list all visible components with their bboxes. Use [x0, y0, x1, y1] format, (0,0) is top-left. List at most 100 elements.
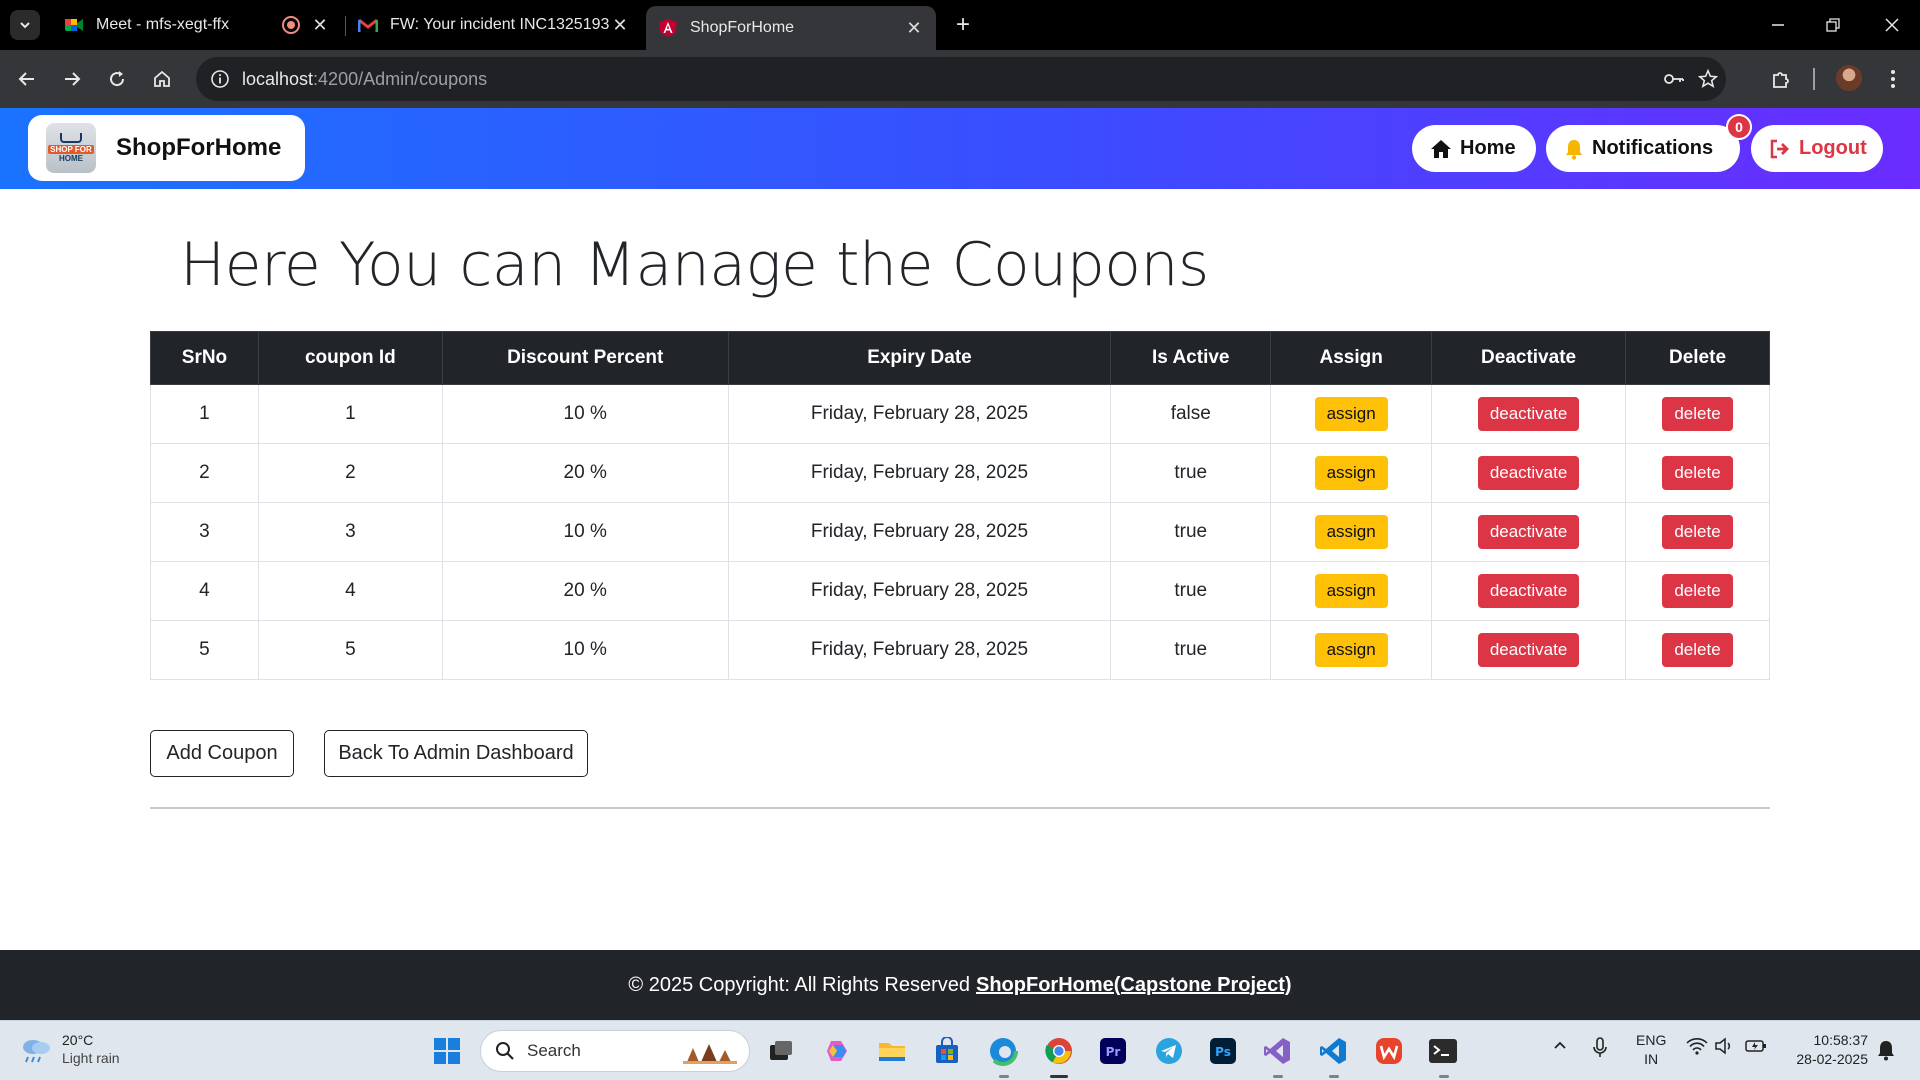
restore-button[interactable]	[1813, 10, 1853, 40]
tab-meet[interactable]: Meet - mfs-xegt-ffx ✕	[52, 6, 342, 44]
extensions-button[interactable]	[1766, 64, 1796, 94]
assign-cell: assign	[1270, 384, 1433, 444]
telegram-app[interactable]	[1152, 1034, 1186, 1068]
chevron-down-icon	[20, 22, 30, 29]
restore-icon	[1826, 18, 1840, 32]
close-tab-icon[interactable]: ✕	[610, 15, 630, 36]
assign-button[interactable]: assign	[1314, 397, 1388, 431]
deactivate-button[interactable]: deactivate	[1477, 397, 1580, 431]
reload-button[interactable]	[102, 64, 132, 94]
deactivate-button[interactable]: deactivate	[1477, 574, 1580, 608]
home-nav-button[interactable]: Home	[1412, 125, 1536, 172]
site-info-icon[interactable]	[206, 65, 234, 93]
expiry-cell: Friday, February 28, 2025	[727, 443, 1112, 503]
task-view-button[interactable]	[764, 1034, 798, 1068]
page-footer: © 2025 Copyright: All Rights Reserved Sh…	[0, 950, 1920, 1020]
new-tab-button[interactable]: +	[950, 12, 976, 38]
chrome-icon	[1045, 1038, 1072, 1064]
minimize-button[interactable]	[1758, 10, 1798, 40]
battery-status[interactable]	[1744, 1037, 1768, 1058]
vscode-app[interactable]	[1316, 1034, 1350, 1068]
wps-office-app[interactable]	[1372, 1034, 1406, 1068]
delete-button[interactable]: delete	[1662, 397, 1733, 431]
table-row: 5 5 10 % Friday, February 28, 2025 true …	[150, 620, 1770, 680]
is-active-cell: false	[1110, 384, 1272, 444]
telegram-icon	[1156, 1038, 1182, 1064]
notifications-count-badge: 0	[1726, 114, 1752, 140]
tab-title: ShopForHome	[690, 19, 795, 36]
tab-shopforhome[interactable]: ShopForHome ✕	[646, 6, 936, 50]
input-language[interactable]: ENG IN	[1636, 1031, 1666, 1069]
assign-button[interactable]: assign	[1314, 515, 1388, 549]
arrow-right-icon	[65, 72, 81, 86]
logout-nav-button[interactable]: Logout	[1751, 125, 1883, 172]
profile-avatar[interactable]	[1836, 65, 1862, 91]
close-window-button[interactable]	[1872, 10, 1912, 40]
toolbar-divider	[1813, 68, 1815, 90]
premiere-pro-app[interactable]: Pr	[1096, 1034, 1130, 1068]
expiry-cell: Friday, February 28, 2025	[727, 502, 1112, 562]
delete-button[interactable]: delete	[1662, 515, 1733, 549]
deactivate-button[interactable]: deactivate	[1477, 515, 1580, 549]
puzzle-icon	[1773, 72, 1789, 88]
password-key-icon[interactable]	[1662, 67, 1686, 91]
volume-status[interactable]	[1714, 1037, 1734, 1058]
tab-title: FW: Your incident INC13251937	[390, 16, 610, 33]
table-row: 1 1 10 % Friday, February 28, 2025 false…	[150, 384, 1770, 444]
deactivate-button[interactable]: deactivate	[1477, 456, 1580, 490]
browser-menu-button[interactable]	[1878, 64, 1908, 94]
store-app[interactable]	[930, 1034, 964, 1068]
is-active-cell: true	[1110, 561, 1272, 621]
tab-search-button[interactable]	[10, 10, 40, 40]
brand-link[interactable]: SHOP FOR HOME ShopForHome	[28, 115, 305, 181]
edge-app[interactable]	[986, 1034, 1020, 1068]
photoshop-app[interactable]: Ps	[1206, 1034, 1240, 1068]
deactivate-button[interactable]: deactivate	[1477, 633, 1580, 667]
notification-center-button[interactable]	[1876, 1039, 1896, 1064]
assign-button[interactable]: assign	[1314, 574, 1388, 608]
assign-button[interactable]: assign	[1314, 633, 1388, 667]
home-button[interactable]	[147, 64, 177, 94]
assign-button[interactable]: assign	[1314, 456, 1388, 490]
back-button[interactable]	[12, 64, 42, 94]
weather-widget[interactable]: 20°C Light rain	[18, 1031, 120, 1067]
chevron-up-icon	[1554, 1041, 1566, 1049]
taskbar-search[interactable]: Search	[480, 1030, 750, 1072]
file-explorer-app[interactable]	[875, 1034, 909, 1068]
microphone-button[interactable]	[1592, 1037, 1608, 1062]
delete-button[interactable]: delete	[1662, 574, 1733, 608]
bookmark-star-icon[interactable]	[1696, 67, 1720, 91]
notification-bell-icon	[1878, 1041, 1894, 1061]
task-view-icon	[770, 1041, 792, 1060]
footer-copyright: © 2025 Copyright: All Rights Reserved	[628, 973, 970, 996]
back-to-dashboard-button[interactable]: Back To Admin Dashboard	[324, 730, 588, 777]
forward-button[interactable]	[57, 64, 87, 94]
coupons-table: SrNo coupon Id Discount Percent Expiry D…	[150, 331, 1770, 680]
tab-gmail[interactable]: FW: Your incident INC13251937 ✕	[346, 6, 644, 44]
search-icon	[496, 1042, 514, 1060]
discount-cell: 10 %	[441, 384, 729, 444]
visual-studio-icon	[1264, 1038, 1290, 1064]
delete-button[interactable]: delete	[1662, 633, 1733, 667]
add-coupon-button[interactable]: Add Coupon	[150, 730, 294, 777]
notifications-nav-label: Notifications	[1592, 137, 1714, 159]
visual-studio-app[interactable]	[1260, 1034, 1294, 1068]
assign-cell: assign	[1270, 561, 1433, 621]
close-tab-icon[interactable]: ✕	[310, 15, 330, 36]
copilot-app[interactable]	[820, 1034, 854, 1068]
taskbar-clock[interactable]: 10:58:37 28-02-2025	[1786, 1031, 1868, 1069]
wifi-status[interactable]	[1686, 1037, 1708, 1058]
delete-button[interactable]: delete	[1662, 456, 1733, 490]
start-button[interactable]	[430, 1034, 464, 1068]
notifications-nav-button[interactable]: Notifications	[1546, 125, 1740, 172]
terminal-icon	[1429, 1039, 1457, 1063]
terminal-app[interactable]	[1426, 1034, 1460, 1068]
footer-project-link[interactable]: ShopForHome(Capstone Project)	[976, 974, 1292, 997]
discount-cell: 10 %	[441, 620, 729, 680]
chrome-app[interactable]	[1042, 1034, 1076, 1068]
running-indicator-active	[1050, 1075, 1068, 1078]
address-bar[interactable]: localhost:4200/Admin/coupons	[196, 57, 1726, 101]
delete-cell: delete	[1625, 502, 1770, 562]
close-tab-icon[interactable]: ✕	[904, 18, 924, 39]
show-hidden-icons-button[interactable]	[1552, 1037, 1568, 1056]
